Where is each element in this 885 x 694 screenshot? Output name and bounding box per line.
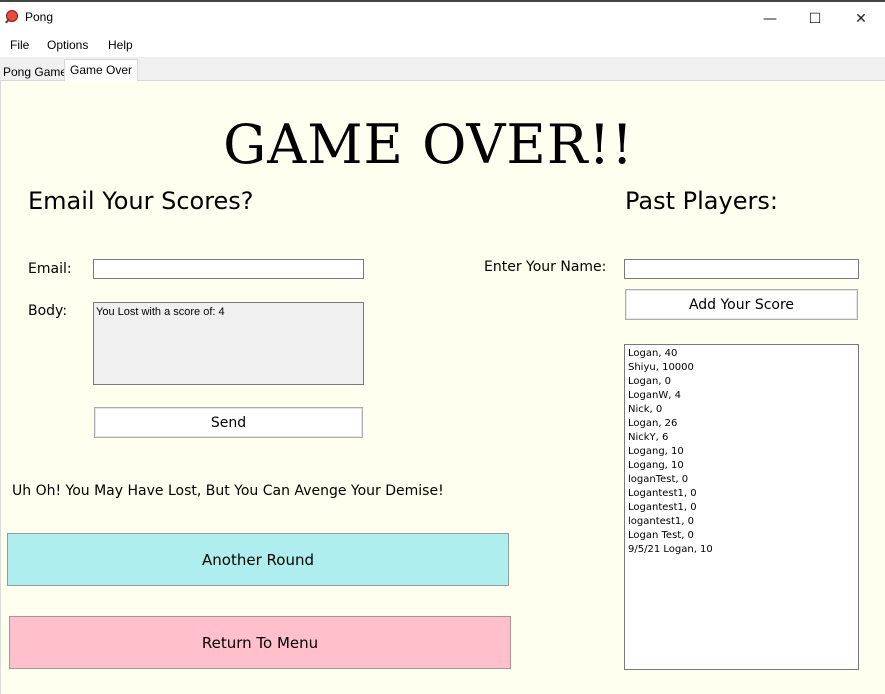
past-players-heading: Past Players:: [625, 187, 778, 215]
game-over-panel: GAME OVER!! Email Your Scores? Past Play…: [0, 81, 885, 694]
send-button[interactable]: Send: [94, 407, 363, 438]
list-item[interactable]: 9/5/21 Logan, 10: [628, 543, 855, 557]
title-bar: Pong — ☐ ✕: [0, 0, 885, 33]
menu-bar: File Options Help: [0, 33, 885, 57]
another-round-button[interactable]: Another Round: [7, 533, 509, 586]
menu-help[interactable]: Help: [108, 38, 133, 52]
list-item[interactable]: Logang, 10: [628, 459, 855, 473]
tab-pong-game[interactable]: Pong Game: [0, 63, 70, 81]
email-field[interactable]: [93, 259, 364, 279]
list-item[interactable]: Shiyu, 10000: [628, 361, 855, 375]
minimize-icon: —: [763, 11, 777, 27]
list-item[interactable]: loganTest, 0: [628, 473, 855, 487]
list-item[interactable]: LoganW, 4: [628, 389, 855, 403]
minimize-button[interactable]: —: [747, 4, 793, 34]
past-players-list[interactable]: Logan, 40 Shiyu, 10000 Logan, 0 LoganW, …: [624, 344, 859, 670]
lost-message: Uh Oh! You May Have Lost, But You Can Av…: [12, 483, 444, 499]
body-label: Body:: [28, 303, 68, 319]
return-to-menu-button[interactable]: Return To Menu: [9, 616, 511, 669]
list-item[interactable]: Logang, 10: [628, 445, 855, 459]
menu-file[interactable]: File: [10, 38, 29, 52]
body-textarea[interactable]: You Lost with a score of: 4: [93, 302, 364, 385]
list-item[interactable]: Logantest1, 0: [628, 487, 855, 501]
maximize-icon: ☐: [808, 11, 822, 27]
list-item[interactable]: NickY, 6: [628, 431, 855, 445]
list-item[interactable]: Logan, 26: [628, 417, 855, 431]
window-title: Pong: [25, 10, 54, 24]
email-label: Email:: [28, 261, 72, 277]
list-item[interactable]: Logantest1, 0: [628, 501, 855, 515]
close-button[interactable]: ✕: [838, 4, 884, 34]
menu-options[interactable]: Options: [47, 38, 88, 52]
name-label: Enter Your Name:: [484, 259, 607, 275]
maximize-button[interactable]: ☐: [792, 4, 838, 34]
close-icon: ✕: [855, 11, 867, 27]
add-score-button[interactable]: Add Your Score: [625, 289, 858, 320]
list-item[interactable]: Logan, 0: [628, 375, 855, 389]
list-item[interactable]: logantest1, 0: [628, 515, 855, 529]
ping-pong-paddle-icon: [5, 10, 18, 24]
list-item[interactable]: Nick, 0: [628, 403, 855, 417]
tab-strip: Pong Game Game Over: [0, 57, 885, 82]
game-over-title: GAME OVER!!: [223, 113, 634, 176]
tab-game-over[interactable]: Game Over: [64, 59, 139, 82]
name-field[interactable]: [624, 259, 859, 279]
list-item[interactable]: Logan Test, 0: [628, 529, 855, 543]
email-heading: Email Your Scores?: [28, 187, 254, 215]
list-item[interactable]: Logan, 40: [628, 347, 855, 361]
